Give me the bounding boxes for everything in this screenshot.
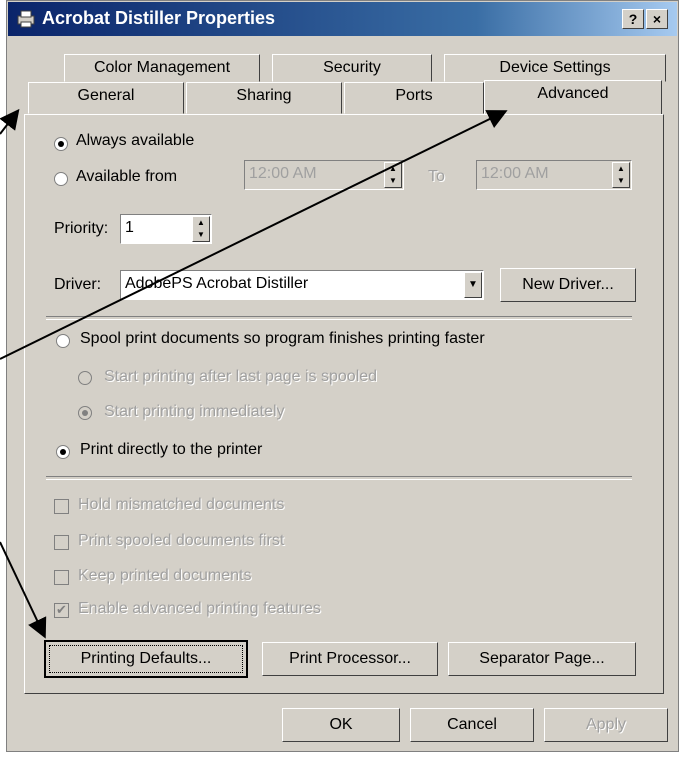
hold-mismatched-checkbox[interactable] xyxy=(54,499,69,514)
tab-security[interactable]: Security xyxy=(272,54,432,82)
enable-advanced-checkbox[interactable]: ✔ xyxy=(54,603,69,618)
priority-value: 1 xyxy=(125,219,134,236)
available-from-label: Available from xyxy=(76,168,178,185)
tab-ports[interactable]: Ports xyxy=(344,82,484,114)
keep-printed-label: Keep printed documents xyxy=(78,567,252,584)
help-button[interactable]: ? xyxy=(622,9,644,29)
title-bar: Acrobat Distiller Properties ? × xyxy=(8,2,677,36)
tab-sharing[interactable]: Sharing xyxy=(186,82,342,114)
close-button[interactable]: × xyxy=(646,9,668,29)
tab-device-settings[interactable]: Device Settings xyxy=(444,54,666,82)
hold-mismatched-label: Hold mismatched documents xyxy=(78,496,285,513)
tab-color-management[interactable]: Color Management xyxy=(64,54,260,82)
spool-radio[interactable] xyxy=(56,334,70,348)
to-label: To xyxy=(428,168,445,185)
from-time-field[interactable]: 12:00 AM xyxy=(244,160,404,190)
print-spooled-first-label: Print spooled documents first xyxy=(78,532,285,549)
separator xyxy=(46,476,632,480)
keep-printed-checkbox[interactable] xyxy=(54,570,69,585)
separator-page-button[interactable]: Separator Page... xyxy=(448,642,636,676)
print-processor-button[interactable]: Print Processor... xyxy=(262,642,438,676)
apply-button[interactable]: Apply xyxy=(544,708,668,742)
driver-value: AdobePS Acrobat Distiller xyxy=(125,275,309,292)
start-immediately-radio[interactable] xyxy=(78,406,92,420)
print-spooled-first-checkbox[interactable] xyxy=(54,535,69,550)
start-after-last-radio[interactable] xyxy=(78,371,92,385)
new-driver-button[interactable]: New Driver... xyxy=(500,268,636,302)
always-available-label: Always available xyxy=(76,132,195,149)
spool-label: Spool print documents so program finishe… xyxy=(80,330,485,347)
always-available-radio[interactable] xyxy=(54,137,68,151)
start-immediately-label: Start printing immediately xyxy=(104,403,285,420)
to-time-spinner[interactable]: ▲ ▼ xyxy=(612,162,630,188)
from-time-value: 12:00 AM xyxy=(249,165,317,182)
from-time-spinner[interactable]: ▲ ▼ xyxy=(384,162,402,188)
priority-label: Priority: xyxy=(54,220,109,237)
separator xyxy=(46,316,632,320)
cancel-button[interactable]: Cancel xyxy=(410,708,534,742)
print-direct-label: Print directly to the printer xyxy=(80,441,263,458)
driver-label: Driver: xyxy=(54,276,102,293)
dropdown-arrow-icon[interactable]: ▼ xyxy=(464,272,482,298)
print-direct-radio[interactable] xyxy=(56,445,70,459)
driver-select[interactable]: AdobePS Acrobat Distiller xyxy=(120,270,484,300)
start-after-last-label: Start printing after last page is spoole… xyxy=(104,368,378,385)
ok-button[interactable]: OK xyxy=(282,708,400,742)
printing-defaults-button[interactable]: Printing Defaults... xyxy=(44,640,248,678)
available-from-radio[interactable] xyxy=(54,172,68,186)
window-title: Acrobat Distiller Properties xyxy=(42,8,276,28)
to-time-value: 12:00 AM xyxy=(481,165,549,182)
enable-advanced-label: Enable advanced printing features xyxy=(78,600,321,617)
to-time-field[interactable]: 12:00 AM xyxy=(476,160,632,190)
tab-advanced[interactable]: Advanced xyxy=(484,80,662,114)
tab-general[interactable]: General xyxy=(28,82,184,114)
printer-icon xyxy=(17,10,35,28)
priority-spinner[interactable]: ▲ ▼ xyxy=(192,216,210,242)
printing-defaults-label: Printing Defaults... xyxy=(49,645,243,673)
